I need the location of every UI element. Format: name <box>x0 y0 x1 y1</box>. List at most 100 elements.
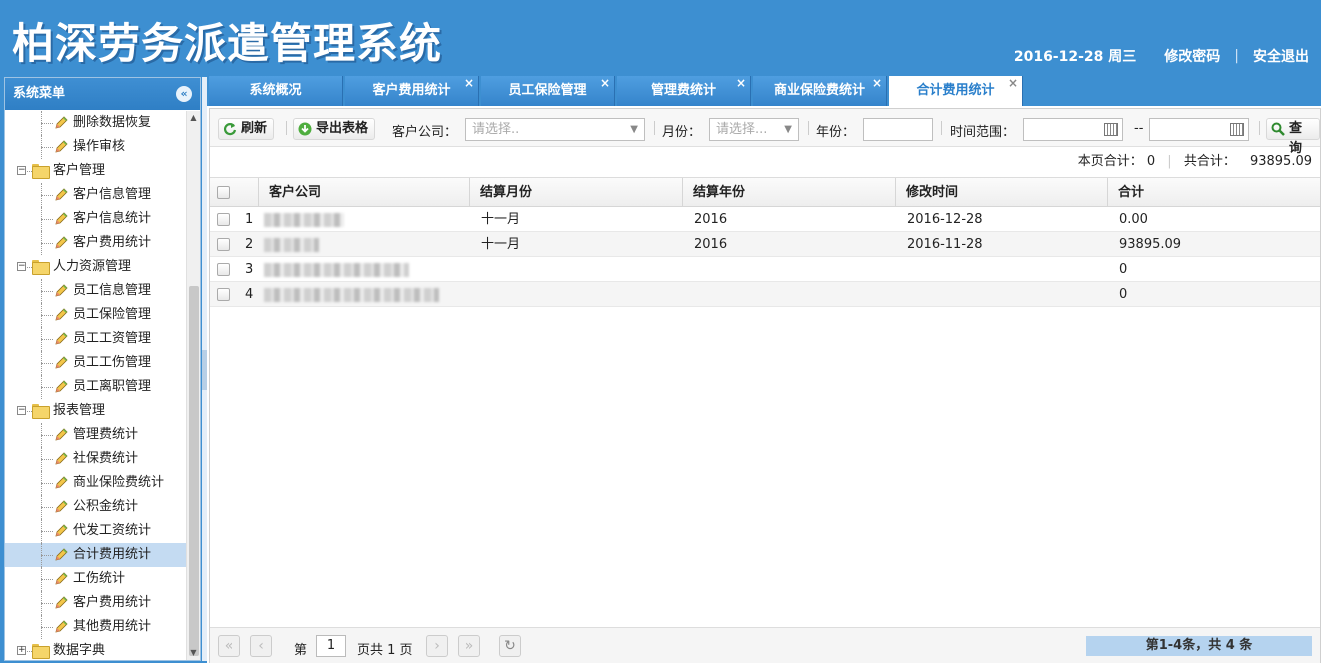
tree-menu-item[interactable]: 员工工资管理 <box>5 327 188 351</box>
query-button[interactable]: 查询 <box>1266 118 1320 156</box>
tree-menu-item[interactable]: 社保费统计 <box>5 447 188 471</box>
app-title: 柏深劳务派遣管理系统 <box>12 19 443 68</box>
scrollbar-thumb[interactable] <box>189 286 199 656</box>
double-chevron-left-icon[interactable]: « <box>176 86 192 102</box>
app-window: 柏深劳务派遣管理系统 2016-12-28 周三 修改密码 | 安全退出 系统菜… <box>0 0 1321 663</box>
row-checkbox[interactable] <box>217 288 230 301</box>
select-all-checkbox[interactable] <box>217 186 230 199</box>
sidebar: 系统菜单 « 删除数据恢复 操作审核 − 客户管理 客户信息管理 客户信息统计 客户费用统计… <box>4 77 201 661</box>
year-input[interactable] <box>863 118 933 141</box>
column-header-modified[interactable]: 修改时间 <box>895 178 1107 206</box>
calendar-icon[interactable] <box>1230 123 1244 136</box>
sidebar-scrollbar[interactable]: ▲ ▼ <box>186 111 200 660</box>
table-row[interactable]: 2 十一月 2016 2016-11-28 93895.09 <box>210 232 1320 257</box>
modified-time-cell <box>907 282 1107 306</box>
tab-item[interactable]: 客户费用统计 × <box>345 76 479 106</box>
reload-icon[interactable]: ↻ <box>499 635 521 657</box>
tab-label: 管理费统计 <box>650 83 716 98</box>
last-page-icon[interactable]: » <box>458 635 480 657</box>
tab-item[interactable]: 员工保险管理 × <box>481 76 615 106</box>
change-password-link[interactable]: 修改密码 <box>1164 46 1220 66</box>
toolbar: 刷新 导出表格 客户公司： 请选择.. ▼ 月份： 请选择... ▼ 年份： 时… <box>210 109 1320 156</box>
tab-item[interactable]: 系统概况 <box>209 76 343 106</box>
totals-summary: 本页合计： 0 | 共合计： 93895.09 <box>210 147 1320 177</box>
tree-item-label: 工伤统计 <box>73 571 126 586</box>
tree-menu-item[interactable]: 操作审核 <box>5 135 188 159</box>
tree-item-label: 员工保险管理 <box>73 307 152 322</box>
scroll-down-icon[interactable]: ▼ <box>187 646 200 660</box>
range-end-date-input[interactable] <box>1149 118 1249 141</box>
next-page-icon[interactable]: › <box>426 635 448 657</box>
month-select[interactable]: 请选择... ▼ <box>709 118 799 141</box>
tab-label: 员工保险管理 <box>508 83 587 98</box>
toolbar-divider <box>654 121 655 135</box>
month-filter-label: 月份： <box>662 125 702 140</box>
collapse-icon[interactable]: − <box>17 406 26 415</box>
close-icon[interactable]: × <box>872 68 882 98</box>
refresh-button[interactable]: 刷新 <box>218 118 275 140</box>
tree-menu-item[interactable]: 管理费统计 <box>5 423 188 447</box>
tree-item-label: 客户管理 <box>53 163 106 178</box>
tree-folder-item[interactable]: + 数据字典 <box>5 639 188 660</box>
close-icon[interactable]: × <box>1008 68 1018 98</box>
tree-menu-item[interactable]: 商业保险费统计 <box>5 471 188 495</box>
close-icon[interactable]: × <box>600 68 610 98</box>
company-select[interactable]: 请选择.. ▼ <box>465 118 645 141</box>
page-number-input[interactable]: 1 <box>316 635 346 657</box>
modified-time-cell: 2016-12-28 <box>907 212 983 227</box>
scroll-up-icon[interactable]: ▲ <box>187 111 200 125</box>
row-checkbox[interactable] <box>217 238 230 251</box>
tree-folder-item[interactable]: − 客户管理 <box>5 159 188 183</box>
tree-item-label: 操作审核 <box>73 139 126 154</box>
column-header-year[interactable]: 结算年份 <box>682 178 895 206</box>
tree-menu-item[interactable]: 客户费用统计 <box>5 231 188 255</box>
tab-item[interactable]: 商业保险费统计 × <box>753 76 887 106</box>
tree-menu-item[interactable]: 员工保险管理 <box>5 303 188 327</box>
company-cell-redacted <box>264 232 469 256</box>
table-row[interactable]: 30 <box>210 257 1320 282</box>
modified-time-cell <box>907 257 1107 281</box>
summary-separator: | <box>1167 154 1172 169</box>
tree-menu-item[interactable]: 代发工资统计 <box>5 519 188 543</box>
tree-folder-item[interactable]: − 报表管理 <box>5 399 188 423</box>
export-table-button[interactable]: 导出表格 <box>293 118 376 140</box>
search-icon <box>1271 122 1285 136</box>
close-icon[interactable]: × <box>464 68 474 98</box>
range-start-date-input[interactable] <box>1023 118 1123 141</box>
tree-menu-item[interactable]: 员工工伤管理 <box>5 351 188 375</box>
tree-menu-item[interactable]: 员工信息管理 <box>5 279 188 303</box>
tree-menu-item[interactable]: 客户费用统计 <box>5 591 188 615</box>
folder-icon <box>32 644 50 659</box>
column-header-total[interactable]: 合计 <box>1107 178 1320 206</box>
column-header-month[interactable]: 结算月份 <box>469 178 682 206</box>
tree-menu-item[interactable]: 公积金统计 <box>5 495 188 519</box>
edit-pencil-icon <box>53 595 69 611</box>
table-row[interactable]: 1 十一月 2016 2016-12-28 0.00 <box>210 207 1320 232</box>
tree-menu-item[interactable]: 客户信息管理 <box>5 183 188 207</box>
expand-icon[interactable]: + <box>17 646 26 655</box>
logout-link[interactable]: 安全退出 <box>1253 46 1309 66</box>
prev-page-icon[interactable]: ‹ <box>250 635 272 657</box>
calendar-icon[interactable] <box>1104 123 1118 136</box>
tree-folder-item[interactable]: − 人力资源管理 <box>5 255 188 279</box>
tree-menu-item[interactable]: 删除数据恢复 <box>5 111 188 135</box>
tree-menu-item[interactable]: 合计费用统计 <box>5 543 188 567</box>
first-page-icon[interactable]: « <box>218 635 240 657</box>
tab-item[interactable]: 合计费用统计 × <box>889 76 1023 106</box>
row-checkbox[interactable] <box>217 213 230 226</box>
row-number: 4 <box>245 287 254 302</box>
tree-item-label: 员工离职管理 <box>73 379 152 394</box>
table-row[interactable]: 40 <box>210 282 1320 307</box>
tree-menu-item[interactable]: 工伤统计 <box>5 567 188 591</box>
collapse-icon[interactable]: − <box>17 262 26 271</box>
collapse-icon[interactable]: − <box>17 166 26 175</box>
tree-menu-item[interactable]: 其他费用统计 <box>5 615 188 639</box>
year-filter-label: 年份： <box>816 125 856 140</box>
total-cell: 0 <box>1119 262 1128 277</box>
column-header-company[interactable]: 客户公司 <box>258 178 469 206</box>
close-icon[interactable]: × <box>736 68 746 98</box>
row-checkbox[interactable] <box>217 263 230 276</box>
tree-menu-item[interactable]: 客户信息统计 <box>5 207 188 231</box>
tab-item[interactable]: 管理费统计 × <box>617 76 751 106</box>
tree-menu-item[interactable]: 员工离职管理 <box>5 375 188 399</box>
